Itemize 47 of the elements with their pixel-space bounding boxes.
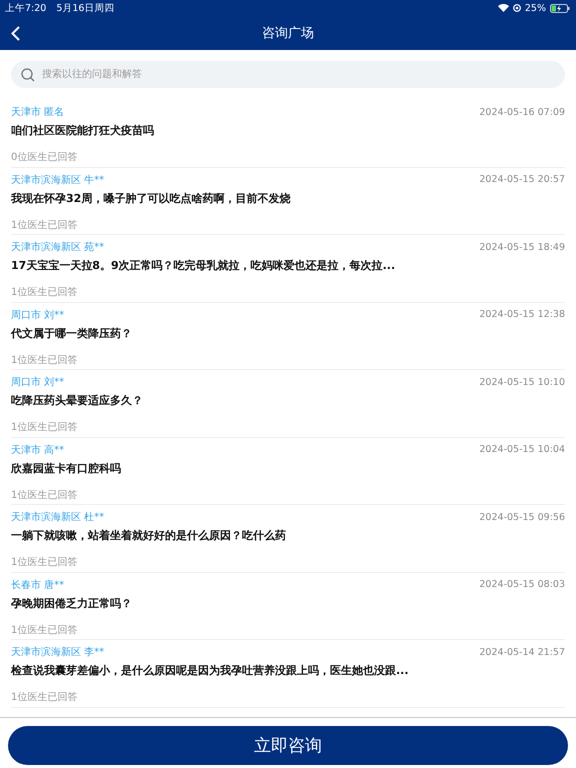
answer-count: 1位医生已回答 bbox=[11, 690, 78, 704]
question-time: 2024-05-15 10:10 bbox=[479, 376, 565, 388]
question-text[interactable]: 吃降压药头晕要适应多久？ bbox=[11, 393, 565, 408]
answer-count: 1位医生已回答 bbox=[11, 218, 78, 232]
asker-location: 天津市滨海新区 杜** bbox=[11, 510, 104, 524]
question-time: 2024-05-14 21:57 bbox=[479, 646, 565, 658]
page-title: 咨询广场 bbox=[262, 25, 314, 42]
asker-location: 天津市滨海新区 牛** bbox=[11, 174, 104, 186]
battery-charging-icon bbox=[550, 4, 570, 12]
question-time: 2024-05-15 09:56 bbox=[479, 512, 565, 522]
question-text[interactable]: 一躺下就咳嗽，站着坐着就好好的是什么原因？吃什么药 bbox=[11, 528, 565, 543]
answer-count: 1位医生已回答 bbox=[11, 286, 78, 299]
question-time: 2024-05-15 10:04 bbox=[479, 444, 565, 455]
asker-location: 周口市 刘** bbox=[11, 308, 64, 322]
question-text[interactable]: 孕晚期困倦乏力正常吗？ bbox=[11, 596, 565, 610]
consult-now-button[interactable]: 立即咨询 bbox=[8, 726, 568, 765]
asker-location: 周口市 刘** bbox=[11, 376, 64, 389]
question-text[interactable]: 检查说我囊芽差偏小，是什么原因呢是因为我孕吐营养没跟上吗，医生她也没跟... bbox=[11, 663, 565, 678]
question-text[interactable]: 代文属于哪一类降压药？ bbox=[11, 326, 565, 340]
search-icon bbox=[21, 68, 35, 82]
asker-location: 长春市 唐** bbox=[11, 578, 64, 592]
question-text[interactable]: 咱们社区医院能打狂犬疫苗吗 bbox=[11, 123, 565, 138]
battery-percent: 25% bbox=[524, 2, 546, 14]
question-text[interactable]: 欣嘉园蓝卡有口腔科吗 bbox=[11, 460, 565, 476]
question-time: 2024-05-15 18:49 bbox=[479, 242, 565, 252]
asker-location: 天津市 匿名 bbox=[11, 106, 64, 119]
asker-location: 天津市滨海新区 苑** bbox=[11, 240, 104, 254]
asker-location: 天津市 高** bbox=[11, 444, 64, 456]
question-time: 2024-05-15 12:38 bbox=[479, 309, 565, 320]
question-time: 2024-05-16 07:09 bbox=[479, 106, 565, 118]
answer-count: 1位医生已回答 bbox=[11, 488, 78, 502]
asker-location: 天津市滨海新区 李** bbox=[11, 646, 104, 659]
question-time: 2024-05-15 08:03 bbox=[479, 579, 565, 590]
question-text[interactable]: 17天宝宝一天拉8。9次正常吗？吃完母乳就拉，吃妈咪爱也还是拉，每次拉... bbox=[11, 258, 565, 273]
answer-count: 1位医生已回答 bbox=[11, 420, 78, 434]
status-time: 上午7:20 bbox=[5, 2, 46, 14]
question-time: 2024-05-15 20:57 bbox=[479, 174, 565, 185]
search-field[interactable]: 搜索以往的问题和解答 bbox=[40, 68, 555, 81]
wifi-icon bbox=[498, 4, 509, 12]
answer-count: 0位医生已回答 bbox=[11, 150, 78, 164]
answer-count: 1位医生已回答 bbox=[11, 354, 78, 366]
status-date: 5月16日周四 bbox=[56, 2, 114, 14]
answer-count: 1位医生已回答 bbox=[11, 556, 78, 569]
search-bar[interactable]: 搜索以往的问题和解答 bbox=[11, 61, 565, 88]
question-text[interactable]: 我现在怀孕32周，嗓子肿了可以吃点啥药啊，目前不发烧 bbox=[11, 190, 565, 206]
location-lock-icon bbox=[512, 4, 521, 12]
answer-count: 1位医生已回答 bbox=[11, 624, 78, 636]
